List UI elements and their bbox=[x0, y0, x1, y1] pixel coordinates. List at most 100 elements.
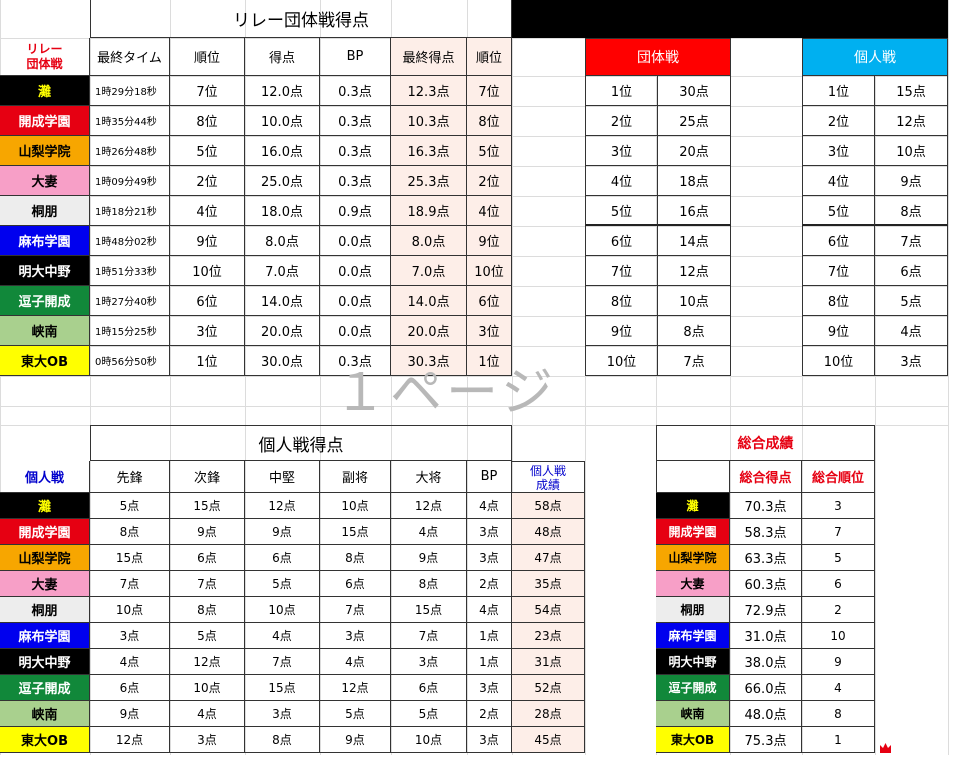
relay-bp-cell: 0.0点 bbox=[320, 286, 391, 316]
individual-points-points-cell: 10点 bbox=[875, 136, 948, 166]
relay-time-cell: 1時35分44秒 bbox=[90, 106, 170, 136]
relay-bp-cell: 0.3点 bbox=[320, 76, 391, 106]
individual-points-rank-cell: 3位 bbox=[802, 136, 875, 166]
team-name-cell: 山梨学院 bbox=[0, 545, 90, 571]
team-name-cell: 逗子開成 bbox=[0, 286, 90, 316]
team-points-rank-cell: 4位 bbox=[585, 166, 658, 196]
relay-final-rank-cell: 5位 bbox=[467, 136, 512, 166]
relay-rank-cell: 4位 bbox=[170, 196, 245, 226]
team-points-rank-cell: 1位 bbox=[585, 76, 658, 106]
relay-final-rank-cell: 7位 bbox=[467, 76, 512, 106]
individual-score-cell: 2点 bbox=[467, 701, 512, 727]
individual-score-cell: 8点 bbox=[90, 519, 170, 545]
individual-points-rank-cell: 7位 bbox=[802, 256, 875, 286]
individual-column-header: BP bbox=[467, 461, 512, 493]
individual-score-cell: 7点 bbox=[391, 623, 467, 649]
relay-time-cell: 1時09分49秒 bbox=[90, 166, 170, 196]
team-name-cell: 峡南 bbox=[0, 701, 90, 727]
relay-points-cell: 12.0点 bbox=[245, 76, 320, 106]
team-points-points-cell: 18点 bbox=[658, 166, 731, 196]
relay-rank-cell: 6位 bbox=[170, 286, 245, 316]
team-name-cell: 逗子開成 bbox=[656, 675, 730, 701]
team-name-cell: 桐朋 bbox=[0, 597, 90, 623]
overall-rank-cell: 4 bbox=[802, 675, 875, 701]
individual-result-header-line2: 成績 bbox=[535, 478, 560, 492]
relay-corner-line1: リレー bbox=[26, 42, 63, 56]
individual-points-points-cell: 15点 bbox=[875, 76, 948, 106]
relay-points-cell: 25.0点 bbox=[245, 166, 320, 196]
relay-bp-cell: 0.3点 bbox=[320, 136, 391, 166]
relay-time-cell: 1時48分02秒 bbox=[90, 226, 170, 256]
relay-column-header: 順位 bbox=[467, 38, 512, 76]
relay-points-cell: 30.0点 bbox=[245, 346, 320, 376]
relay-final-cell: 12.3点 bbox=[391, 76, 467, 106]
team-name-cell: 明大中野 bbox=[0, 649, 90, 675]
individual-score-cell: 5点 bbox=[320, 701, 391, 727]
individual-score-cell: 6点 bbox=[391, 675, 467, 701]
relay-rank-cell: 8位 bbox=[170, 106, 245, 136]
individual-score-cell: 2点 bbox=[467, 571, 512, 597]
relay-bp-cell: 0.0点 bbox=[320, 316, 391, 346]
individual-points-rank-cell: 4位 bbox=[802, 166, 875, 196]
individual-score-cell: 4点 bbox=[170, 701, 245, 727]
individual-column-header: 先鋒 bbox=[90, 461, 170, 493]
team-name-cell: 開成学園 bbox=[0, 519, 90, 545]
individual-points-points-cell: 3点 bbox=[875, 346, 948, 376]
black-header-block bbox=[512, 0, 948, 38]
individual-total-cell: 35点 bbox=[512, 571, 585, 597]
relay-rank-cell: 10位 bbox=[170, 256, 245, 286]
individual-score-cell: 6点 bbox=[245, 545, 320, 571]
team-name-cell: 大妻 bbox=[656, 571, 730, 597]
relay-points-cell: 10.0点 bbox=[245, 106, 320, 136]
relay-final-cell: 25.3点 bbox=[391, 166, 467, 196]
team-name-cell: 灘 bbox=[0, 76, 90, 106]
individual-score-cell: 3点 bbox=[467, 727, 512, 753]
individual-score-cell: 15点 bbox=[90, 545, 170, 571]
individual-points-rank-cell: 1位 bbox=[802, 76, 875, 106]
team-points-points-cell: 8点 bbox=[658, 316, 731, 346]
relay-column-header: BP bbox=[320, 38, 391, 76]
team-points-title: 団体戦 bbox=[585, 38, 731, 76]
individual-score-cell: 9点 bbox=[320, 727, 391, 753]
team-name-cell: 麻布学園 bbox=[0, 623, 90, 649]
relay-points-cell: 14.0点 bbox=[245, 286, 320, 316]
relay-time-cell: 1時18分21秒 bbox=[90, 196, 170, 226]
individual-points-title: 個人戦 bbox=[802, 38, 948, 76]
team-points-rank-cell: 8位 bbox=[585, 286, 658, 316]
overall-score-cell: 66.0点 bbox=[730, 675, 802, 701]
relay-points-cell: 8.0点 bbox=[245, 226, 320, 256]
relay-final-rank-cell: 3位 bbox=[467, 316, 512, 346]
overall-score-cell: 58.3点 bbox=[730, 519, 802, 545]
team-name-cell: 山梨学院 bbox=[656, 545, 730, 571]
individual-score-cell: 10点 bbox=[245, 597, 320, 623]
overall-rank-cell: 6 bbox=[802, 571, 875, 597]
individual-points-points-cell: 12点 bbox=[875, 106, 948, 136]
individual-score-cell: 4点 bbox=[391, 519, 467, 545]
individual-score-cell: 1点 bbox=[467, 649, 512, 675]
individual-score-cell: 7点 bbox=[170, 571, 245, 597]
individual-points-points-cell: 5点 bbox=[875, 286, 948, 316]
overall-score-cell: 38.0点 bbox=[730, 649, 802, 675]
individual-score-cell: 12点 bbox=[170, 649, 245, 675]
team-points-rank-cell: 2位 bbox=[585, 106, 658, 136]
individual-score-cell: 3点 bbox=[320, 623, 391, 649]
team-name-cell: 明大中野 bbox=[656, 649, 730, 675]
crown-icon bbox=[879, 738, 892, 753]
team-points-rank-cell: 6位 bbox=[585, 226, 658, 256]
individual-points-rank-cell: 10位 bbox=[802, 346, 875, 376]
team-name-cell: 麻布学園 bbox=[0, 226, 90, 256]
individual-score-cell: 6点 bbox=[320, 571, 391, 597]
relay-points-cell: 20.0点 bbox=[245, 316, 320, 346]
gridline bbox=[948, 0, 949, 755]
overall-rank-cell: 9 bbox=[802, 649, 875, 675]
individual-title: 個人戦得点 bbox=[90, 425, 512, 461]
individual-score-cell: 6点 bbox=[90, 675, 170, 701]
relay-final-cell: 18.9点 bbox=[391, 196, 467, 226]
relay-final-cell: 8.0点 bbox=[391, 226, 467, 256]
individual-score-cell: 7点 bbox=[90, 571, 170, 597]
overall-score-cell: 60.3点 bbox=[730, 571, 802, 597]
individual-total-cell: 48点 bbox=[512, 519, 585, 545]
individual-column-header: 中堅 bbox=[245, 461, 320, 493]
relay-bp-cell: 0.3点 bbox=[320, 166, 391, 196]
individual-score-cell: 3点 bbox=[170, 727, 245, 753]
